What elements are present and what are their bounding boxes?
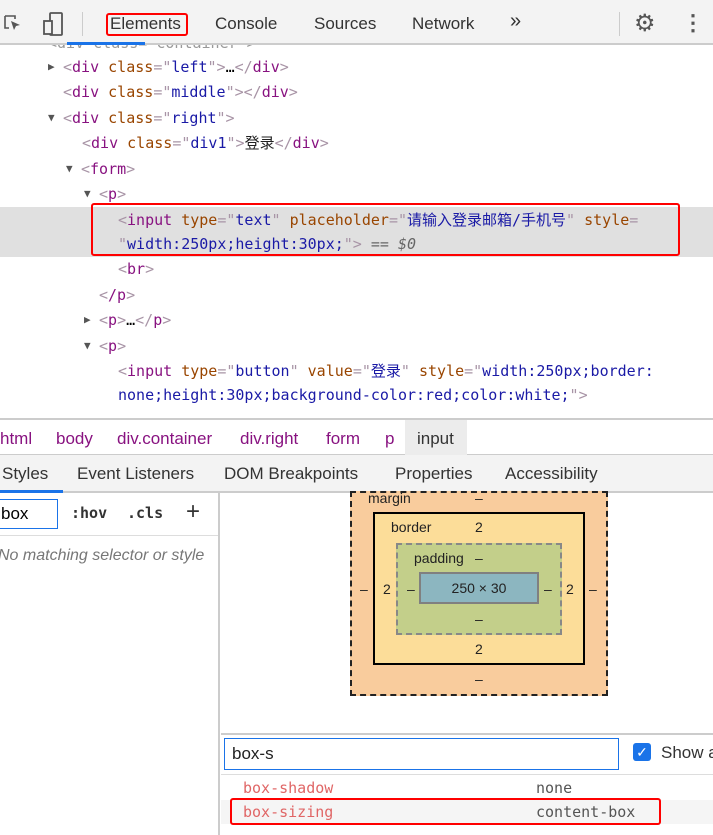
show-all-checkbox[interactable]: ✓ (633, 743, 651, 761)
padding-left-value: – (407, 581, 415, 597)
property-value: none (536, 779, 573, 797)
devtools-toolbar: Elements Console Sources Network » ⚙ ⋮ (0, 0, 713, 45)
device-toolbar-icon[interactable] (42, 12, 64, 36)
divider (221, 733, 713, 735)
border-bottom-value: 2 (475, 641, 483, 657)
tab-event-listeners[interactable]: Event Listeners (77, 464, 194, 484)
tab-sources[interactable]: Sources (314, 14, 376, 34)
border-label: border (391, 519, 432, 535)
hov-button[interactable]: :hov (71, 504, 107, 522)
border-right-value: 2 (566, 581, 574, 597)
box-model-content: 250 × 30 (419, 572, 539, 604)
dom-node-input-button-cont[interactable]: none;height:30px;background-color:red;co… (118, 383, 588, 408)
dom-node-p-button[interactable]: <p> (99, 334, 126, 359)
collapse-triangle-icon[interactable]: ▼ (66, 162, 73, 175)
collapse-triangle-icon[interactable]: ▼ (48, 111, 55, 124)
styles-pane: box :hov .cls + No matching selector or … (0, 493, 220, 835)
breadcrumb-form[interactable]: form (326, 429, 360, 449)
border-left-value: 2 (383, 581, 391, 597)
padding-bottom-value: – (475, 611, 483, 627)
computed-filter-input[interactable]: box-s (224, 738, 619, 770)
breadcrumb-div-right[interactable]: div.right (240, 429, 298, 449)
breadcrumb-input[interactable]: input (417, 429, 454, 449)
border-top-value: 2 (475, 519, 483, 535)
highlight-box (91, 203, 680, 256)
dom-tree: <div class="container"> ▶ <div class="le… (0, 45, 713, 418)
breadcrumb-p[interactable]: p (385, 429, 394, 449)
margin-bottom-value: – (475, 671, 483, 687)
dom-node-br[interactable]: <br> (118, 257, 154, 282)
show-all-label: Show all (661, 743, 713, 762)
dom-node-input-button[interactable]: <input type="button" value="登录" style="w… (118, 359, 654, 384)
tab-properties[interactable]: Properties (395, 464, 472, 484)
divider (82, 12, 83, 36)
tab-console[interactable]: Console (215, 14, 277, 34)
computed-pane: margin – – – – border 2 2 2 2 padding – … (221, 490, 713, 835)
collapse-triangle-icon[interactable]: ▼ (84, 187, 91, 200)
tab-accessibility[interactable]: Accessibility (505, 464, 598, 484)
dom-node-p-close[interactable]: </p> (99, 283, 135, 308)
tab-dom-breakpoints[interactable]: DOM Breakpoints (224, 464, 358, 484)
collapse-triangle-icon[interactable]: ▼ (84, 339, 91, 352)
breadcrumb: html body div.container div.right form p… (0, 418, 713, 455)
more-options-icon[interactable]: ⋮ (682, 10, 704, 36)
margin-top-value: – (475, 490, 483, 506)
padding-label: padding (414, 550, 464, 566)
highlight-box (230, 798, 661, 825)
cls-button[interactable]: .cls (127, 504, 163, 522)
padding-right-value: – (544, 581, 552, 597)
margin-left-value: – (360, 581, 368, 597)
tab-network[interactable]: Network (412, 14, 474, 34)
no-matching-message: No matching selector or style (0, 547, 205, 564)
inspect-element-icon[interactable] (3, 14, 23, 34)
dom-node-div1[interactable]: <div class="div1">登录</div> (82, 131, 329, 156)
dom-node-div-right[interactable]: <div class="right"> (63, 106, 235, 131)
expand-triangle-icon[interactable]: ▶ (84, 313, 91, 326)
expand-triangle-icon[interactable]: ▶ (48, 60, 55, 73)
styles-filter-input[interactable]: box (0, 499, 58, 529)
computed-property-row[interactable]: box-shadow none (221, 776, 713, 800)
new-style-rule-button[interactable]: + (186, 498, 200, 526)
divider (619, 12, 620, 36)
property-name: box-shadow (243, 779, 334, 797)
settings-gear-icon[interactable]: ⚙ (634, 9, 656, 38)
margin-label: margin (368, 490, 411, 506)
highlight-box (106, 13, 188, 36)
more-tabs-icon[interactable]: » (510, 10, 521, 33)
divider (0, 535, 218, 536)
dom-node-form[interactable]: <form> (81, 157, 135, 182)
divider (221, 774, 713, 775)
tab-styles[interactable]: Styles (2, 464, 48, 484)
breadcrumb-html[interactable]: html (0, 429, 32, 449)
padding-top-value: – (475, 550, 483, 566)
sidebar-tabs: Styles Event Listeners DOM Breakpoints P… (0, 455, 713, 493)
dom-node-p-collapsed[interactable]: <p>…</p> (99, 308, 171, 333)
dom-node-div-middle[interactable]: <div class="middle"></div> (63, 80, 298, 105)
margin-right-value: – (589, 581, 597, 597)
content-size: 250 × 30 (451, 580, 507, 596)
breadcrumb-body[interactable]: body (56, 429, 93, 449)
breadcrumb-div-container[interactable]: div.container (117, 429, 212, 449)
dom-node-div-left[interactable]: <div class="left">…</div> (63, 55, 289, 80)
